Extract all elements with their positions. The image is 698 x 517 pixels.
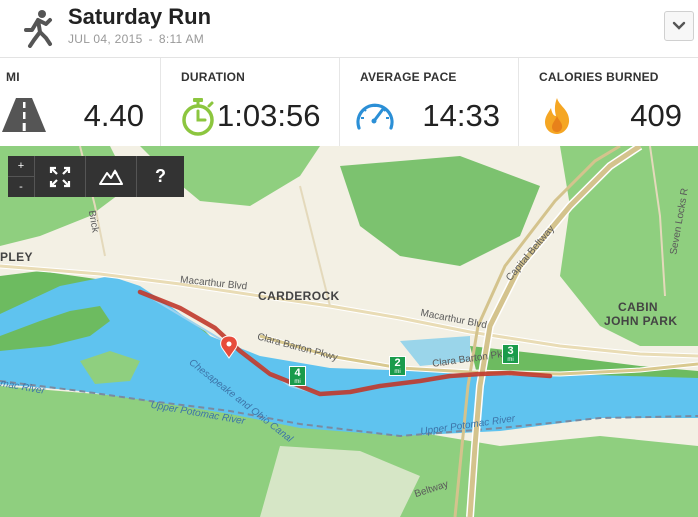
label-carderock: CARDEROCK bbox=[258, 289, 340, 303]
stat-pace-label: AVERAGE PACE bbox=[360, 70, 457, 84]
stat-pace-value: 14:33 bbox=[422, 98, 500, 133]
stat-duration-label: DURATION bbox=[181, 70, 246, 84]
map-controls: + - ? bbox=[8, 156, 184, 197]
mountain-icon bbox=[99, 168, 123, 185]
route-map[interactable]: CARDEROCK CABIN JOHN PARK PLEY Macarthur… bbox=[0, 146, 698, 517]
mile-marker-3-number: 3 bbox=[507, 345, 514, 357]
mile-marker-4-unit: mi bbox=[294, 379, 301, 385]
label-john-park: JOHN PARK bbox=[604, 314, 678, 328]
zoom-controls: + - bbox=[8, 156, 35, 197]
fullscreen-icon bbox=[49, 166, 71, 187]
runner-icon bbox=[24, 10, 52, 48]
activity-time: 8:11 AM bbox=[158, 32, 205, 46]
stat-duration-value: 1:03:56 bbox=[217, 98, 321, 133]
activity-date: JUL 04, 2015 bbox=[68, 32, 143, 46]
mile-marker-2[interactable]: 2 mi bbox=[389, 356, 406, 376]
stats-bar: MI 4.40 DURATION 1:03:56 AVERAGE PACE 14… bbox=[0, 58, 698, 147]
activity-header: Saturday Run JUL 04, 2015-8:11 AM bbox=[0, 0, 698, 58]
help-button[interactable]: ? bbox=[137, 156, 184, 197]
stat-distance-value: 4.40 bbox=[83, 98, 144, 133]
stopwatch-icon bbox=[182, 98, 214, 136]
speedometer-icon bbox=[356, 103, 394, 130]
stat-distance-label: MI bbox=[6, 70, 20, 84]
stat-distance: MI 4.40 bbox=[0, 58, 161, 146]
mile-marker-3[interactable]: 3 mi bbox=[502, 344, 519, 364]
terrain-button[interactable] bbox=[86, 156, 137, 197]
mile-marker-2-unit: mi bbox=[394, 369, 401, 375]
fullscreen-button[interactable] bbox=[35, 156, 86, 197]
stat-calories: CALORIES BURNED 409 bbox=[518, 58, 698, 146]
zoom-out-button[interactable]: - bbox=[8, 177, 34, 197]
map-canvas[interactable] bbox=[0, 146, 698, 517]
mile-marker-2-number: 2 bbox=[394, 357, 401, 369]
date-separator: - bbox=[148, 32, 153, 46]
mile-marker-3-unit: mi bbox=[507, 357, 514, 363]
chevron-down-icon bbox=[672, 21, 686, 30]
road-icon bbox=[2, 98, 46, 132]
stat-calories-label: CALORIES BURNED bbox=[539, 70, 659, 84]
label-pley: PLEY bbox=[0, 250, 33, 264]
stat-pace: AVERAGE PACE 14:33 bbox=[339, 58, 519, 146]
zoom-in-button[interactable]: + bbox=[8, 156, 34, 177]
label-cabin: CABIN bbox=[618, 300, 658, 314]
stat-calories-value: 409 bbox=[630, 98, 682, 133]
flame-icon bbox=[545, 98, 570, 134]
mile-marker-4[interactable]: 4 mi bbox=[289, 366, 306, 386]
activity-datetime: JUL 04, 2015-8:11 AM bbox=[68, 32, 204, 46]
stat-duration: DURATION 1:03:56 bbox=[160, 58, 340, 146]
options-dropdown-button[interactable] bbox=[664, 11, 694, 41]
mile-marker-4-number: 4 bbox=[294, 367, 301, 379]
page-title: Saturday Run bbox=[68, 4, 212, 29]
